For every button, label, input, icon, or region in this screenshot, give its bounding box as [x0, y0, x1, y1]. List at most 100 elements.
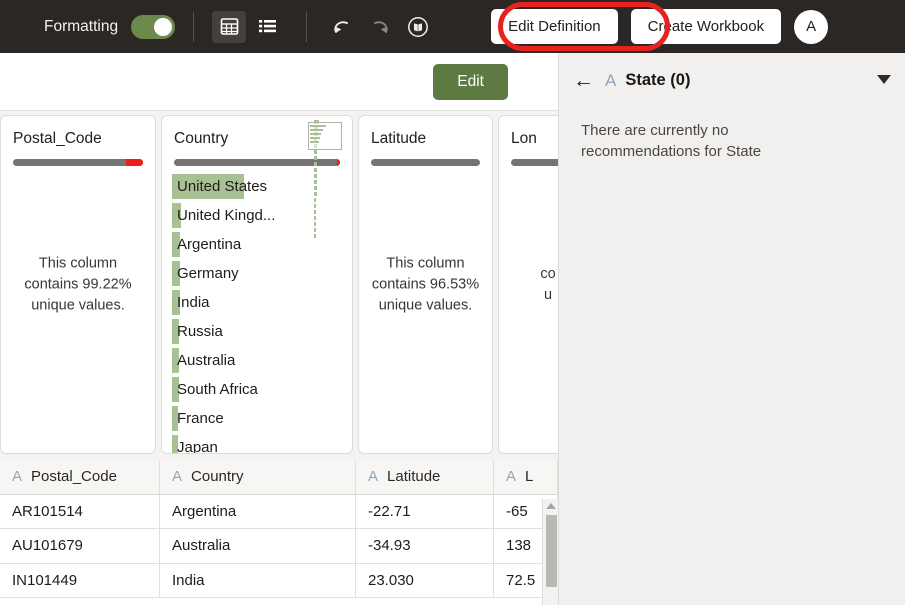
- panel-empty-message: There are currently no recommendations f…: [559, 108, 809, 162]
- overview-bar: [314, 204, 316, 208]
- grid-header-row: A Postal_Code A Country A Latitude A L: [0, 460, 558, 495]
- category-value-label: Argentina: [162, 236, 241, 253]
- user-avatar[interactable]: A: [794, 10, 828, 44]
- distribution-overview[interactable]: [300, 120, 344, 410]
- grid-header-label: Latitude: [387, 468, 440, 485]
- grid-header-label: Postal_Code: [31, 468, 117, 485]
- list-view-icon: [258, 17, 277, 36]
- category-value-label: United Kingd...: [162, 207, 275, 224]
- table-cell-latitude[interactable]: 23.030: [356, 564, 494, 598]
- grid-table-icon: [220, 17, 239, 36]
- edit-button[interactable]: Edit: [433, 64, 508, 100]
- table-cell-latitude[interactable]: -34.93: [356, 529, 494, 563]
- table-row[interactable]: AU101679Australia-34.93138: [0, 529, 558, 564]
- overview-bar: [314, 234, 316, 238]
- grid-header-postal-code[interactable]: A Postal_Code: [0, 460, 160, 494]
- edit-definition-button[interactable]: Edit Definition: [491, 9, 618, 44]
- overview-bar: [314, 174, 317, 178]
- category-value-label: France: [162, 410, 224, 427]
- grid-header-country[interactable]: A Country: [160, 460, 356, 494]
- overview-bar: [314, 198, 316, 202]
- back-arrow-icon[interactable]: ←: [573, 70, 594, 91]
- toggle-knob: [154, 18, 172, 36]
- text-type-icon: A: [506, 468, 516, 485]
- table-cell-latitude[interactable]: -22.71: [356, 495, 494, 529]
- unique-values-message: This column contains 96.53% unique value…: [359, 253, 492, 316]
- text-type-icon: A: [12, 468, 22, 485]
- text-type-icon: A: [172, 468, 182, 485]
- redo-button[interactable]: [363, 11, 397, 43]
- glossary-button[interactable]: [401, 11, 435, 43]
- table-cell-postal-code[interactable]: AR101514: [0, 495, 160, 529]
- grid-header-latitude[interactable]: A Latitude: [356, 460, 494, 494]
- text-type-icon: A: [605, 71, 616, 91]
- profile-card-postal-code[interactable]: Postal_Code This column contains 99.22% …: [0, 115, 156, 454]
- table-cell-country[interactable]: India: [160, 564, 356, 598]
- column-profile-strip: Postal_Code This column contains 99.22% …: [0, 111, 558, 460]
- main-content: Edit Postal_Code This column contains 99…: [0, 53, 558, 605]
- category-value-label: India: [162, 294, 210, 311]
- grid-vertical-scrollbar[interactable]: [542, 499, 558, 605]
- table-cell-country[interactable]: Australia: [160, 529, 356, 563]
- table-cell-country[interactable]: Argentina: [160, 495, 356, 529]
- card-title: Postal_Code: [1, 116, 155, 148]
- formatting-toggle[interactable]: [131, 15, 175, 39]
- quality-bar: [13, 159, 143, 166]
- table-row[interactable]: AR101514Argentina-22.71-65: [0, 495, 558, 530]
- data-grid: A Postal_Code A Country A Latitude A L A…: [0, 460, 558, 605]
- toolbar-divider-1: [193, 12, 194, 42]
- formatting-label: Formatting: [44, 18, 118, 36]
- app-toolbar: Formatting: [0, 0, 905, 53]
- grid-header-longitude[interactable]: A L: [494, 460, 558, 494]
- panel-title: State (0): [625, 71, 690, 90]
- book-glossary-icon: [406, 15, 430, 39]
- scroll-up-arrow-icon[interactable]: [546, 503, 556, 509]
- category-value-label: South Africa: [162, 381, 258, 398]
- grid-header-label: L: [525, 468, 533, 485]
- table-cell-postal-code[interactable]: IN101449: [0, 564, 160, 598]
- quality-bar: [511, 159, 558, 166]
- undo-button[interactable]: [325, 11, 359, 43]
- scrollbar-thumb[interactable]: [546, 515, 557, 587]
- overview-bar: [314, 186, 317, 190]
- overview-bar: [314, 156, 317, 160]
- card-title: Latitude: [359, 116, 492, 148]
- table-cell-postal-code[interactable]: AU101679: [0, 529, 160, 563]
- overview-bar: [314, 180, 317, 184]
- profile-card-longitude[interactable]: Lon co u: [498, 115, 558, 454]
- recommendations-panel: ← A State (0) There are currently no rec…: [558, 53, 905, 605]
- overview-bar: [314, 222, 316, 226]
- list-view-button[interactable]: [250, 11, 284, 43]
- overview-bar: [314, 216, 316, 220]
- quality-bar: [371, 159, 480, 166]
- create-workbook-button[interactable]: Create Workbook: [631, 9, 781, 44]
- overview-lens[interactable]: [308, 122, 342, 150]
- chevron-down-icon[interactable]: [877, 75, 891, 84]
- overview-bar: [314, 162, 317, 166]
- overview-bar: [314, 228, 316, 232]
- overview-bar: [314, 192, 317, 196]
- panel-header: ← A State (0): [559, 53, 905, 108]
- category-value-row[interactable]: Japan: [162, 433, 352, 454]
- edit-toolbar-row: Edit: [0, 53, 558, 111]
- profile-card-country[interactable]: Country United StatesUnited Kingd...Arge…: [161, 115, 353, 454]
- overview-bar: [314, 210, 316, 214]
- text-type-icon: A: [368, 468, 378, 485]
- category-value-label: United States: [162, 178, 267, 195]
- grid-header-label: Country: [191, 468, 244, 485]
- redo-arrow-icon: [368, 16, 392, 38]
- overview-bar: [314, 168, 317, 172]
- profile-card-latitude[interactable]: Latitude This column contains 96.53% uni…: [358, 115, 493, 454]
- grid-view-button[interactable]: [212, 11, 246, 43]
- toolbar-divider-2: [306, 12, 307, 42]
- unique-values-message: This column contains 99.22% unique value…: [1, 253, 155, 316]
- unique-values-message: co u: [499, 264, 558, 306]
- overview-bar: [314, 150, 317, 154]
- category-value-label: Germany: [162, 265, 239, 282]
- card-title: Lon: [499, 116, 558, 148]
- category-value-label: Russia: [162, 323, 223, 340]
- undo-arrow-icon: [330, 16, 354, 38]
- category-value-label: Australia: [162, 352, 235, 369]
- category-value-label: Japan: [162, 439, 218, 454]
- table-row[interactable]: IN101449India23.03072.5: [0, 564, 558, 599]
